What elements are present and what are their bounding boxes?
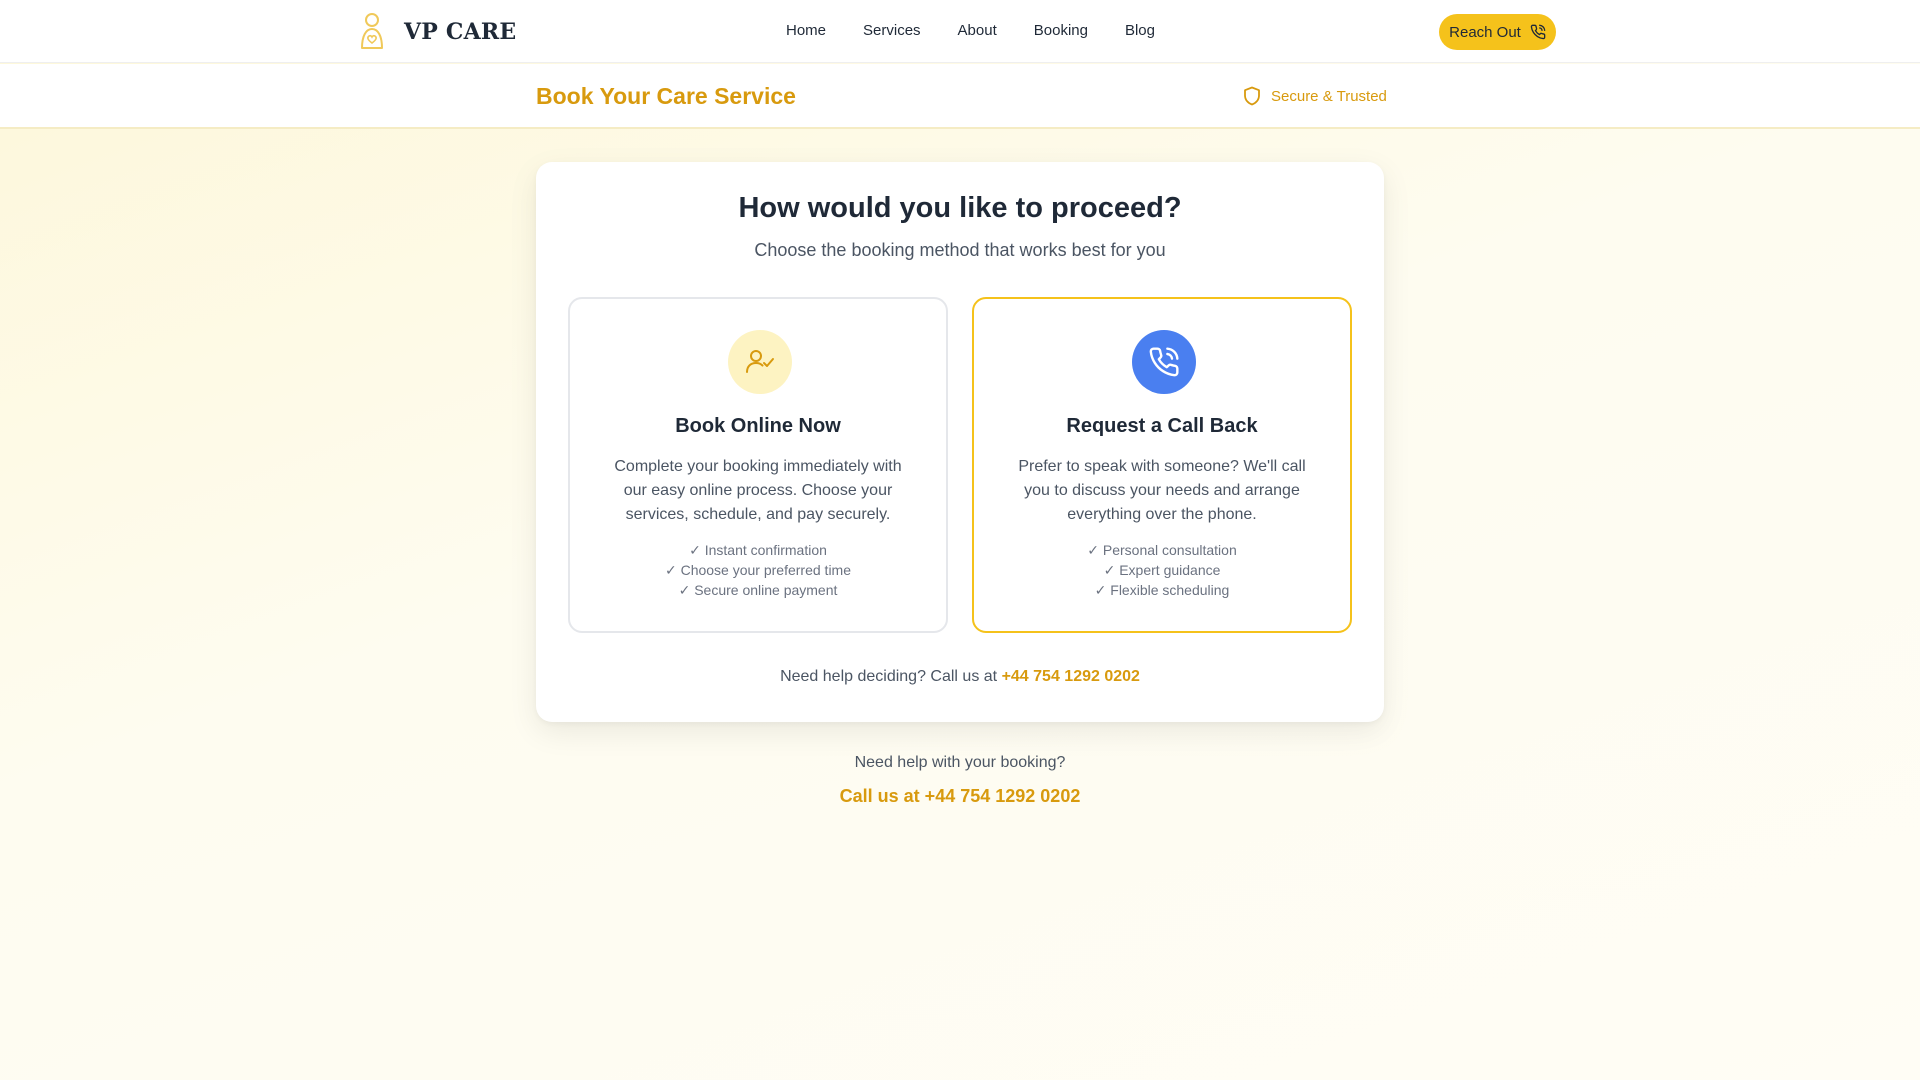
feature-item: ✓ Personal consultation (1087, 542, 1237, 558)
book-online-option[interactable]: Book Online Now Complete your booking im… (568, 297, 948, 633)
option-description: Prefer to speak with someone? We'll call… (1018, 458, 1306, 523)
reach-out-button[interactable]: Reach Out (1439, 14, 1556, 50)
trust-badge: Secure & Trusted (1243, 86, 1387, 106)
page-subheader: Book Your Care Service Secure & Trusted (0, 64, 1920, 129)
brand-logo[interactable]: VP CARE (356, 12, 516, 52)
feature-item: ✓ Secure online payment (678, 582, 838, 598)
footer-help-text: Need help with your booking? (854, 754, 1066, 771)
feature-item: ✓ Instant confirmation (689, 542, 827, 558)
main-nav: Home Services About Booking Blog (786, 21, 1155, 41)
card-title: How would you like to proceed? (738, 192, 1182, 224)
trust-label: Secure & Trusted (1271, 87, 1387, 105)
feature-item: ✓ Expert guidance (1103, 562, 1221, 578)
person-heart-icon (361, 13, 383, 49)
option-features: ✓ Instant confirmation ✓ Choose your pre… (570, 540, 946, 600)
card-subtitle: Choose the booking method that works bes… (754, 240, 1166, 260)
option-title: Request a Call Back (1066, 415, 1258, 437)
help-prefix: Need help deciding? Call us at (780, 668, 998, 685)
nav-link-about[interactable]: About (958, 21, 997, 41)
option-description: Complete your booking immediately with o… (614, 458, 902, 523)
reach-out-label: Reach Out (1449, 23, 1521, 41)
option-features: ✓ Personal consultation ✓ Expert guidanc… (974, 540, 1350, 600)
nav-link-blog[interactable]: Blog (1125, 21, 1155, 41)
brand-name: VP CARE (404, 19, 517, 45)
nav-link-home[interactable]: Home (786, 21, 826, 41)
help-phone-link[interactable]: +44 754 1292 0202 (1002, 668, 1140, 685)
user-check-icon (728, 330, 792, 394)
footer-call-link[interactable]: Call us at +44 754 1292 0202 (0, 786, 1920, 807)
nav-link-booking[interactable]: Booking (1034, 21, 1088, 41)
phone-call-icon (1132, 330, 1196, 394)
option-title: Book Online Now (675, 415, 841, 437)
page-title: Book Your Care Service (536, 83, 796, 109)
feature-item: ✓ Choose your preferred time (664, 562, 852, 578)
phone-call-icon (1530, 24, 1546, 40)
request-callback-option[interactable]: Request a Call Back Prefer to speak with… (972, 297, 1352, 633)
nav-link-services[interactable]: Services (863, 21, 921, 41)
booking-method-card: How would you like to proceed? Choose th… (536, 162, 1384, 722)
top-navbar: VP CARE Home Services About Booking Blog… (0, 0, 1920, 63)
shield-icon (1244, 86, 1260, 106)
card-help-text: Need help deciding? Call us at +44 754 1… (536, 668, 1384, 686)
feature-item: ✓ Flexible scheduling (1094, 582, 1230, 598)
